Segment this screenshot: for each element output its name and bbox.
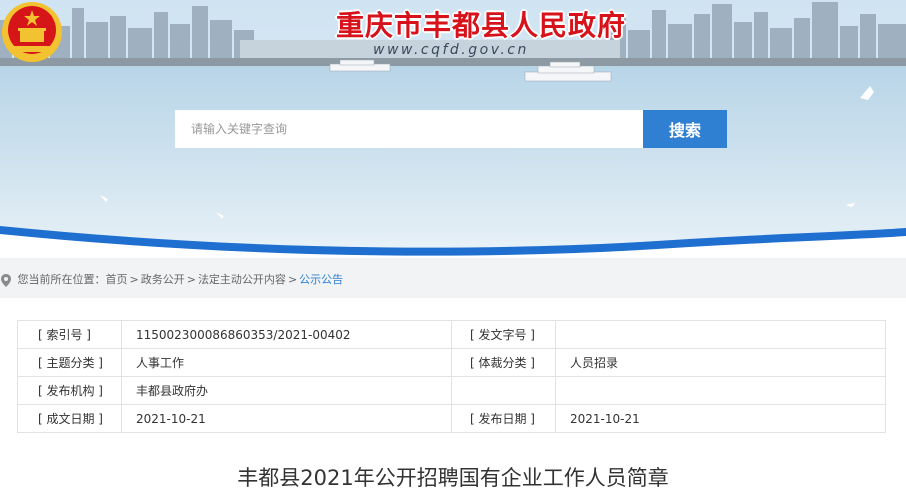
table-row: [ 发布机构 ] 丰都县政府办 (17, 376, 886, 405)
meta-value: 2021-10-21 (121, 404, 452, 433)
breadcrumb-statutory-disclosure[interactable]: 法定主动公开内容 (198, 273, 286, 286)
meta-label: [ 体裁分类 ] (451, 348, 556, 377)
breadcrumb-prefix: 您当前所在位置： (17, 273, 106, 286)
table-row: [ 主题分类 ] 人事工作 [ 体裁分类 ] 人员招录 (17, 348, 886, 377)
meta-value: 人事工作 (121, 348, 452, 377)
search-button[interactable]: 搜索 (643, 110, 727, 148)
meta-value: 丰都县政府办 (121, 376, 452, 405)
header-banner: 重庆市丰都县人民政府 www.cqfd.gov.cn 搜索 (0, 0, 906, 258)
site-title: 重庆市丰都县人民政府 (336, 9, 627, 42)
breadcrumb-bar: 您当前所在位置：首页 > 政务公开 > 法定主动公开内容 > 公示公告 (0, 258, 906, 298)
breadcrumb-separator: > (287, 273, 298, 286)
breadcrumb: 您当前所在位置：首页 > 政务公开 > 法定主动公开内容 > 公示公告 (0, 271, 343, 287)
search-input[interactable] (175, 110, 643, 148)
breadcrumb-gov-affairs[interactable]: 政务公开 (141, 273, 185, 286)
meta-value: 2021-10-21 (555, 404, 886, 433)
table-row: [ 索引号 ] 115002300086860353/2021-00402 [ … (17, 320, 886, 349)
meta-value (555, 376, 886, 405)
meta-label: [ 发文字号 ] (451, 320, 556, 349)
meta-value: 人员招录 (555, 348, 886, 377)
breadcrumb-separator: > (129, 273, 139, 286)
national-emblem-icon (2, 2, 62, 62)
meta-label (451, 376, 556, 405)
article-title: 丰都县2021年公开招聘国有企业工作人员简章 (237, 466, 669, 490)
meta-value: 115002300086860353/2021-00402 (121, 320, 452, 349)
breadcrumb-notices[interactable]: 公示公告 (299, 273, 343, 286)
site-url: www.cqfd.gov.cn (373, 42, 529, 58)
location-pin-icon (1, 273, 11, 287)
breadcrumb-separator: > (186, 273, 196, 286)
meta-value (555, 320, 886, 349)
meta-label: [ 成文日期 ] (17, 404, 122, 433)
meta-label: [ 索引号 ] (17, 320, 122, 349)
table-row: [ 成文日期 ] 2021-10-21 [ 发布日期 ] 2021-10-21 (17, 404, 886, 433)
document-metadata-table: [ 索引号 ] 115002300086860353/2021-00402 [ … (17, 320, 886, 433)
meta-label: [ 发布机构 ] (17, 376, 122, 405)
meta-label: [ 发布日期 ] (451, 404, 556, 433)
meta-label: [ 主题分类 ] (17, 348, 122, 377)
breadcrumb-home[interactable]: 首页 (106, 273, 128, 286)
